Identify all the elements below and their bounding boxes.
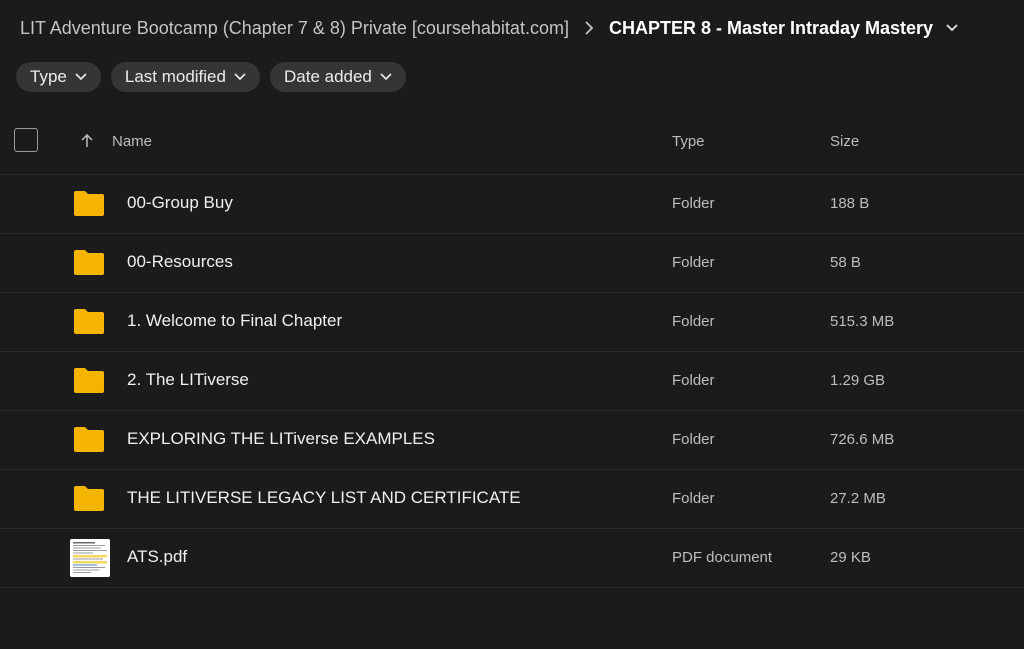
folder-icon [72, 307, 106, 340]
chevron-down-icon [75, 73, 87, 81]
chevron-down-icon[interactable] [945, 23, 959, 33]
pdf-thumbnail-icon [70, 539, 110, 577]
chevron-right-icon [575, 21, 603, 35]
folder-icon [72, 189, 106, 222]
table-row[interactable]: 2. The LITiverse Folder 1.29 GB [0, 352, 1024, 411]
file-table: Name Type Size 00-Group Buy Folder 188 B… [0, 110, 1024, 588]
breadcrumb: LIT Adventure Bootcamp (Chapter 7 & 8) P… [20, 16, 959, 40]
type-filter-label: Type [30, 67, 67, 86]
file-type: Folder [672, 313, 715, 330]
file-type: Folder [672, 372, 715, 389]
file-type: Folder [672, 254, 715, 271]
column-header-name[interactable]: Name [112, 133, 152, 150]
column-header-type[interactable]: Type [672, 133, 705, 150]
file-name: 00-Group Buy [127, 193, 233, 212]
table-row[interactable]: THE LITIVERSE LEGACY LIST AND CERTIFICAT… [0, 470, 1024, 529]
last-modified-filter-label: Last modified [124, 67, 226, 86]
last-modified-filter-button[interactable]: Last modified [110, 62, 260, 92]
file-size: 29 KB [830, 549, 871, 566]
table-row[interactable]: 00-Resources Folder 58 B [0, 234, 1024, 293]
file-name: 00-Resources [127, 252, 233, 271]
breadcrumb-current[interactable]: CHAPTER 8 - Master Intraday Mastery [609, 18, 933, 39]
filter-bar: Type Last modified Date added [16, 62, 406, 92]
file-name: 2. The LITiverse [127, 370, 249, 389]
column-header-size[interactable]: Size [830, 133, 859, 150]
file-type: PDF document [672, 549, 773, 566]
folder-icon [72, 484, 106, 517]
file-size: 726.6 MB [830, 431, 895, 448]
file-name: ATS.pdf [127, 547, 188, 566]
table-row[interactable]: ATS.pdf PDF document 29 KB [0, 529, 1024, 588]
file-name: 1. Welcome to Final Chapter [127, 311, 343, 330]
date-added-filter-label: Date added [283, 67, 372, 86]
chevron-down-icon [234, 73, 246, 81]
file-size: 58 B [830, 254, 861, 271]
select-all-checkbox[interactable] [14, 128, 38, 152]
file-name: EXPLORING THE LITiverse EXAMPLES [127, 429, 435, 448]
table-header: Name Type Size [0, 110, 1024, 175]
file-type: Folder [672, 490, 715, 507]
sort-ascending-icon[interactable] [80, 133, 94, 152]
breadcrumb-parent[interactable]: LIT Adventure Bootcamp (Chapter 7 & 8) P… [20, 18, 569, 39]
table-row[interactable]: 00-Group Buy Folder 188 B [0, 175, 1024, 234]
file-name: THE LITIVERSE LEGACY LIST AND CERTIFICAT… [127, 488, 521, 507]
table-row[interactable]: 1. Welcome to Final Chapter Folder 515.3… [0, 293, 1024, 352]
file-size: 1.29 GB [830, 372, 886, 389]
type-filter-button[interactable]: Type [16, 62, 101, 92]
file-type: Folder [672, 195, 715, 212]
file-size: 515.3 MB [830, 313, 895, 330]
folder-icon [72, 248, 106, 281]
table-row[interactable]: EXPLORING THE LITiverse EXAMPLES Folder … [0, 411, 1024, 470]
chevron-down-icon [380, 73, 392, 81]
file-type: Folder [672, 431, 715, 448]
folder-icon [72, 366, 106, 399]
file-size: 188 B [830, 195, 870, 212]
folder-icon [72, 425, 106, 458]
file-size: 27.2 MB [830, 490, 886, 507]
date-added-filter-button[interactable]: Date added [269, 62, 406, 92]
